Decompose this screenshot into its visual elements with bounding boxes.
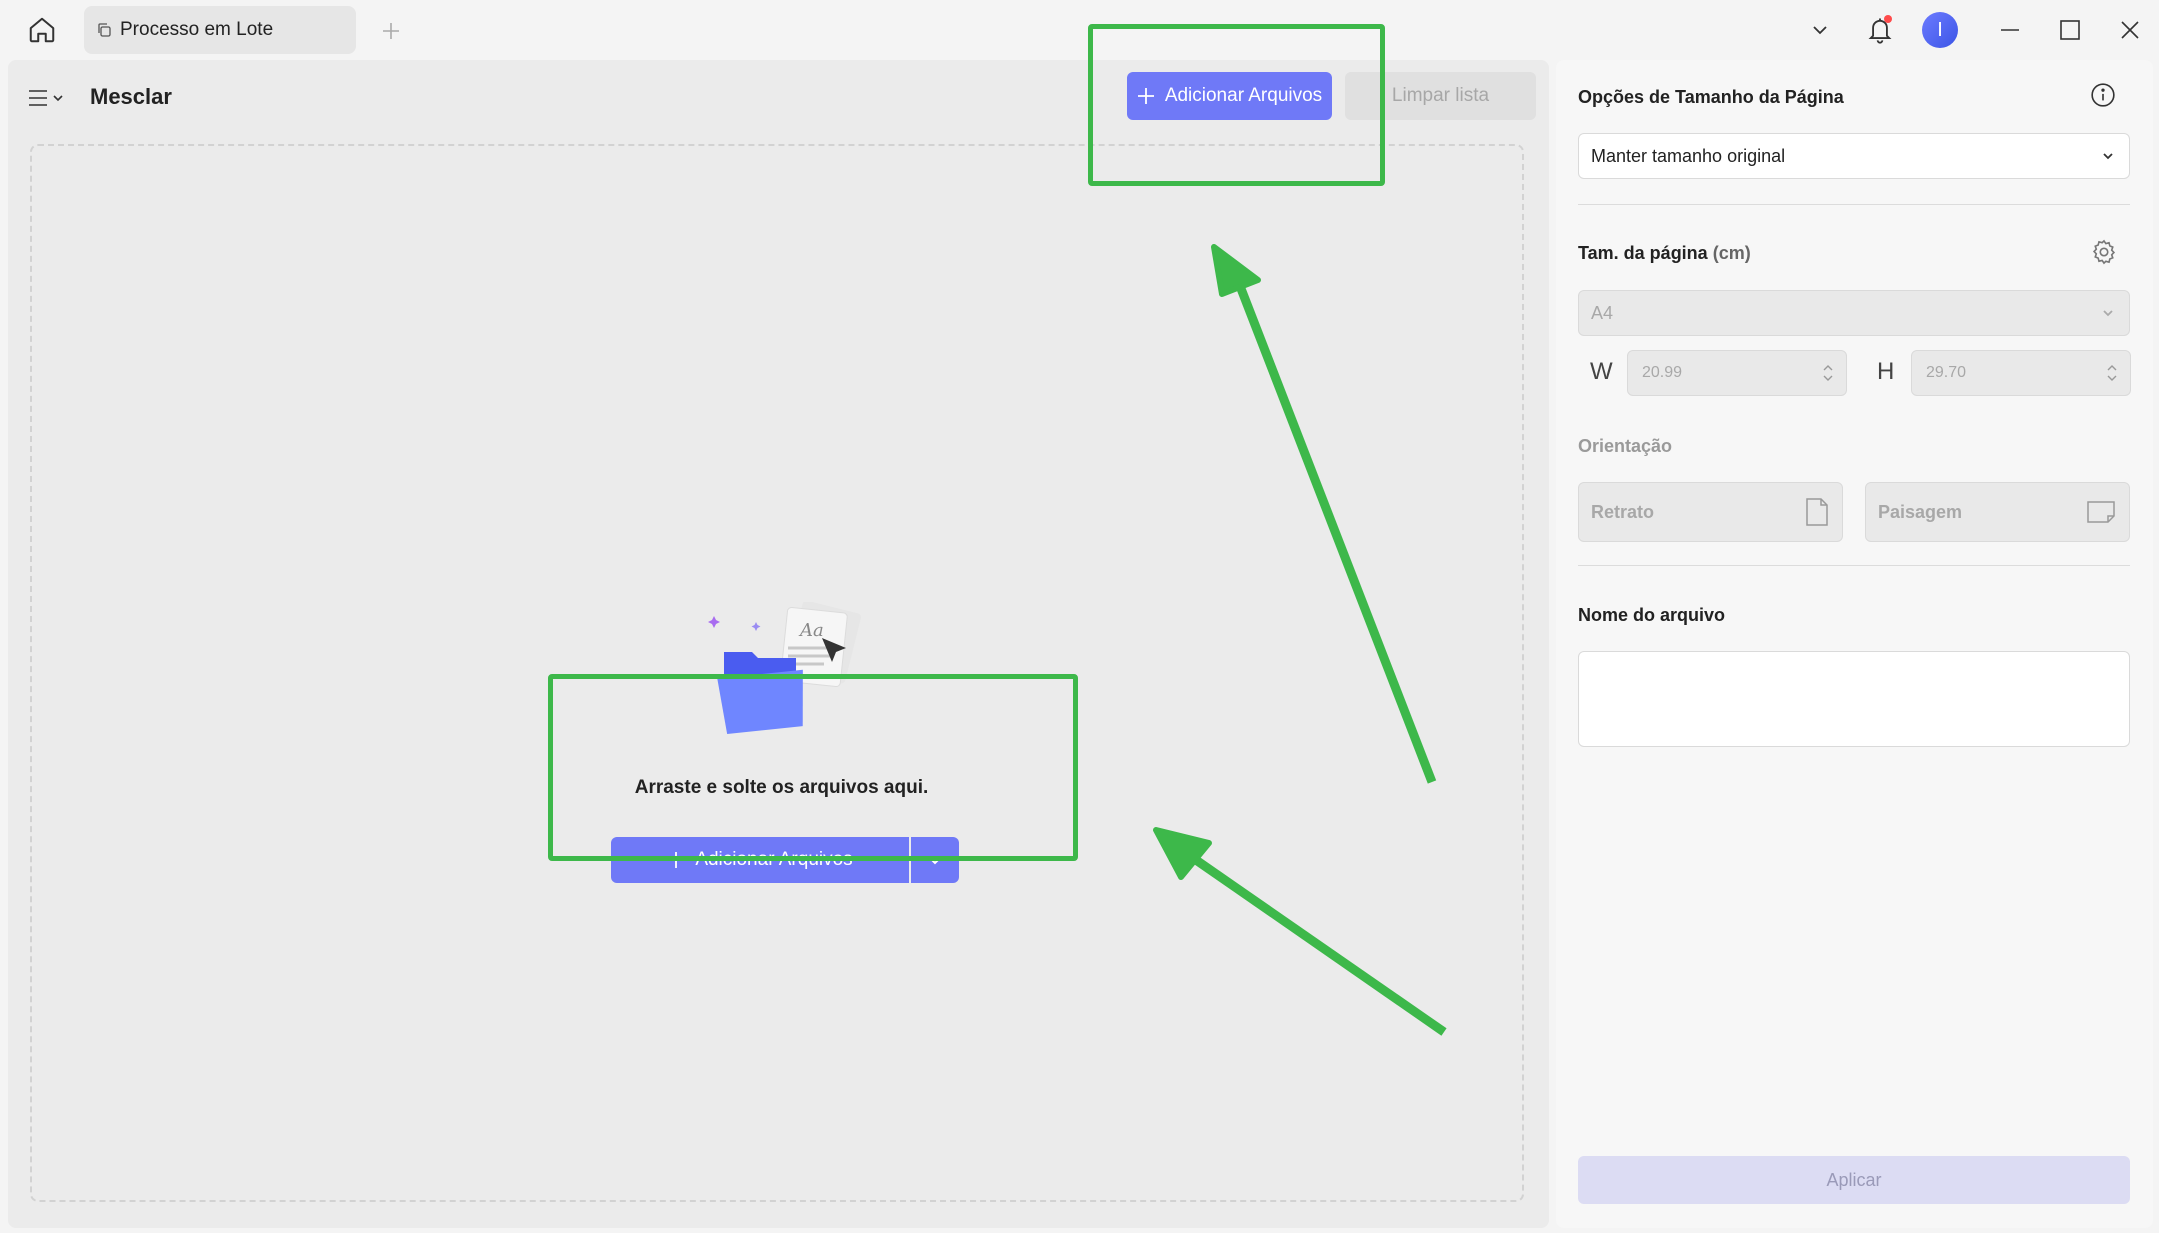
main-panel: Mesclar Adicionar Arquivos Limpar lista … <box>8 60 1549 1228</box>
minimize-icon <box>2001 29 2019 31</box>
portrait-button[interactable]: Retrato <box>1578 482 1843 542</box>
divider <box>1578 204 2130 205</box>
orientation-heading: Orientação <box>1578 436 1673 456</box>
settings-panel: Opções de Tamanho da Página Manter taman… <box>1556 60 2153 1228</box>
landscape-label: Paisagem <box>1878 501 1963 522</box>
title-bar: Processo em Lote I <box>0 0 2159 60</box>
width-value: 20.99 <box>1642 364 1683 381</box>
paper-size-select[interactable]: A4 <box>1578 290 2130 336</box>
chevron-down-icon <box>2103 153 2113 160</box>
page-size-options-heading: Opções de Tamanho da Página <box>1578 87 1844 107</box>
chevron-down-icon <box>2103 310 2113 317</box>
gear-icon <box>2092 239 2116 265</box>
paper-size-value: A4 <box>1591 302 1614 323</box>
dropdown-menu-button[interactable] <box>1800 10 1840 50</box>
close-button[interactable] <box>2110 10 2150 50</box>
landscape-page-icon <box>2087 501 2115 523</box>
width-input[interactable]: 20.99 <box>1627 350 1847 396</box>
stepper-icon[interactable] <box>2106 362 2118 384</box>
portrait-page-icon <box>1806 498 1828 526</box>
width-label: W <box>1590 358 1613 385</box>
clear-list-label: Limpar lista <box>1391 85 1490 106</box>
svg-text:Aa: Aa <box>798 620 824 641</box>
info-button[interactable] <box>2090 82 2120 112</box>
portrait-label: Retrato <box>1591 501 1655 522</box>
height-value: 29.70 <box>1926 364 1967 381</box>
landscape-button[interactable]: Paisagem <box>1865 482 2130 542</box>
highlight-box-top <box>1088 24 1385 186</box>
apply-label: Aplicar <box>1826 1169 1882 1190</box>
stepper-icon[interactable] <box>1822 362 1834 384</box>
close-icon <box>2121 21 2139 39</box>
filename-heading: Nome do arquivo <box>1578 605 1726 625</box>
highlight-box-center <box>548 674 1078 861</box>
hamburger-icon <box>29 90 47 106</box>
page-size-heading: Tam. da página (cm) <box>1578 243 1751 264</box>
chevron-down-icon <box>1813 26 1827 35</box>
size-mode-value: Manter tamanho original <box>1591 145 1786 166</box>
height-label: H <box>1877 358 1895 385</box>
filename-input[interactable] <box>1578 651 2130 747</box>
tab-batch-process[interactable]: Processo em Lote <box>84 6 356 54</box>
home-icon <box>29 17 55 43</box>
avatar: I <box>1922 12 1958 48</box>
size-mode-select[interactable]: Manter tamanho original <box>1578 133 2130 179</box>
page-size-unit: (cm) <box>1712 243 1751 263</box>
notifications-button[interactable] <box>1860 10 1900 50</box>
info-icon <box>2091 83 2115 107</box>
copy-icon <box>98 23 111 37</box>
minimize-button[interactable] <box>1990 10 2030 50</box>
page-title: Mesclar <box>90 84 172 109</box>
menu-toggle-button[interactable] <box>28 80 72 116</box>
tab-label: Processo em Lote <box>120 19 274 40</box>
chevron-down-icon <box>53 95 63 102</box>
account-button[interactable]: I <box>1920 10 1960 50</box>
maximize-icon <box>2060 20 2080 40</box>
home-button[interactable] <box>22 12 62 48</box>
page-size-settings-button[interactable] <box>2090 238 2120 268</box>
maximize-button[interactable] <box>2050 10 2090 50</box>
divider <box>1578 565 2130 566</box>
plus-icon <box>383 23 399 39</box>
apply-button[interactable]: Aplicar <box>1578 1156 2130 1204</box>
page-size-title: Tam. da página <box>1578 243 1708 263</box>
notification-dot <box>1884 15 1892 23</box>
new-tab-button[interactable] <box>374 14 408 48</box>
height-input[interactable]: 29.70 <box>1911 350 2131 396</box>
